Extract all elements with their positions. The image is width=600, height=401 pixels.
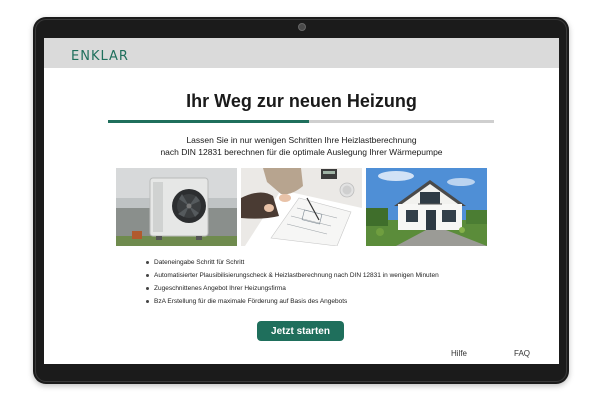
list-item-text: BzA Erstellung für die maximale Förderun…	[154, 298, 348, 305]
app-header: ENKLAR	[44, 38, 559, 68]
list-item-text: Dateneingabe Schritt für Schritt	[154, 259, 245, 266]
bullet-icon	[146, 261, 149, 264]
list-item-text: Zugeschnittenes Angebot Ihrer Heizungsfi…	[154, 285, 286, 292]
screen: ENKLAR Ihr Weg zur neuen Heizung Lassen …	[44, 38, 559, 364]
intro-line-2: nach DIN 12831 berechnen für die optimal…	[160, 147, 443, 157]
start-button[interactable]: Jetzt starten	[257, 321, 344, 341]
bullet-icon	[146, 287, 149, 290]
bullet-icon	[146, 300, 149, 303]
heat-pump-photo	[116, 168, 237, 246]
intro-text: Lassen Sie in nur wenigen Schritten Ihre…	[44, 134, 559, 158]
camera-icon	[298, 23, 306, 31]
list-item: Automatisierter Plausibilisierungscheck …	[146, 269, 439, 282]
feature-list: Dateneingabe Schritt für Schritt Automat…	[146, 256, 439, 308]
intro-line-1: Lassen Sie in nur wenigen Schritten Ihre…	[186, 135, 417, 145]
list-item: Dateneingabe Schritt für Schritt	[146, 256, 439, 269]
list-item: Zugeschnittenes Angebot Ihrer Heizungsfi…	[146, 282, 439, 295]
progress-fill	[108, 120, 309, 123]
planning-documents-photo	[241, 168, 362, 246]
faq-link[interactable]: FAQ	[514, 349, 530, 358]
list-item: BzA Erstellung für die maximale Förderun…	[146, 295, 439, 308]
house-photo	[366, 168, 487, 246]
list-item-text: Automatisierter Plausibilisierungscheck …	[154, 272, 439, 279]
page-title: Ihr Weg zur neuen Heizung	[186, 91, 417, 111]
help-link[interactable]: Hilfe	[451, 349, 467, 358]
bullet-icon	[146, 274, 149, 277]
progress-bar	[108, 120, 494, 123]
brand-logo[interactable]: ENKLAR	[71, 49, 129, 64]
